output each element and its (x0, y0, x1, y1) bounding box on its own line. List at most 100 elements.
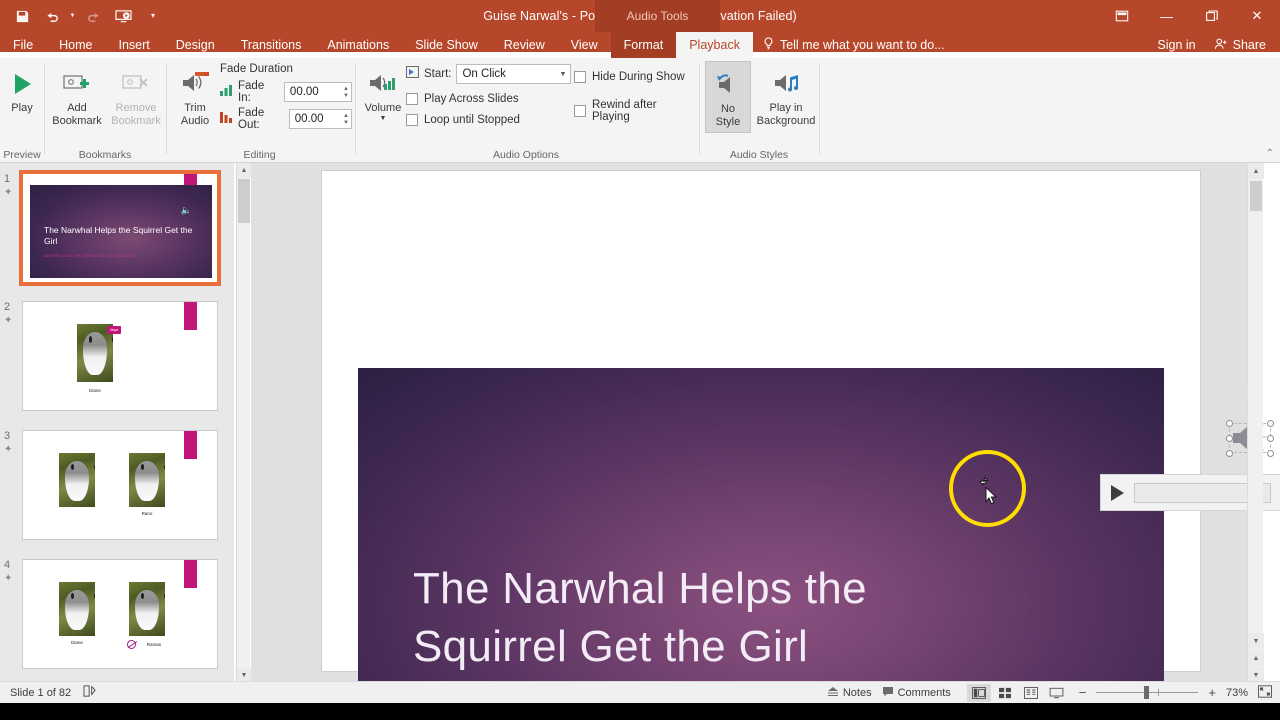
ribbon-tab-strip: File Home Insert Design Transitions Anim… (0, 32, 1280, 58)
fade-out-input[interactable]: 00.00 ▲ ▼ (288, 109, 352, 129)
minimize-button[interactable]: — (1144, 0, 1189, 32)
reading-view-button[interactable] (1019, 684, 1043, 702)
remove-bookmark-button[interactable]: Remove Bookmark (107, 61, 165, 127)
tab-slide-show[interactable]: Slide Show (402, 32, 491, 58)
status-bar-right: Notes Comments − + 73% (827, 683, 1272, 702)
thumbnail-slide-4[interactable]: 4 ✦ Diane Raman (4, 559, 218, 669)
tab-design[interactable]: Design (163, 32, 228, 58)
thumbnail-slide-2[interactable]: 2 ✦ Nope Diane (4, 301, 218, 411)
hide-during-show-label: Hide During Show (592, 70, 685, 83)
add-bookmark-button[interactable]: Add Bookmark (49, 61, 105, 127)
canvas-scroll-down-icon[interactable]: ▼ (1248, 633, 1264, 649)
thumbnail-frame[interactable]: Diane Raman (22, 559, 218, 669)
slide-show-view-button[interactable] (1045, 684, 1069, 702)
selection-handle-mr[interactable] (1267, 435, 1274, 442)
zoom-slider[interactable] (1096, 686, 1199, 700)
comments-icon (882, 686, 894, 700)
checkbox-box (574, 104, 586, 117)
start-dropdown[interactable]: On Click ▼ (456, 64, 572, 84)
thumbnail-frame[interactable]: 🔈 The Narwhal Helps the Squirrel Get the… (19, 170, 221, 286)
canvas-scrollbar[interactable]: ▲ ▼ ▲ ▼ (1247, 163, 1264, 683)
selection-handle-tr[interactable] (1267, 420, 1274, 427)
tab-animations[interactable]: Animations (314, 32, 402, 58)
volume-button[interactable]: Volume ▼ (360, 61, 406, 123)
lightbulb-icon (763, 37, 774, 53)
image-caption-left: Diane (71, 640, 83, 645)
slide-editing-surface[interactable]: The Narwhal Helps the Squirrel Get the G… (358, 368, 1164, 720)
share-button[interactable]: Share (1208, 37, 1272, 54)
zoom-level-label[interactable]: 73% (1226, 687, 1248, 699)
fade-in-icon (220, 83, 233, 101)
canvas-scrollbar-thumb[interactable] (1250, 181, 1262, 211)
close-button[interactable]: ✕ (1234, 0, 1280, 32)
play-icon (9, 66, 35, 102)
no-style-button[interactable]: No Style (705, 61, 751, 133)
volume-label: Volume (364, 102, 402, 114)
ribbon-group-preview: Play Preview (0, 58, 44, 163)
selection-handle-bl[interactable] (1226, 450, 1233, 457)
normal-view-button[interactable] (966, 683, 991, 702)
comments-label: Comments (897, 686, 951, 699)
ribbon-group-editing: Trim Audio Fade Duration Fade In: 00.00 … (167, 58, 352, 163)
sign-in-button[interactable]: Sign in (1149, 38, 1203, 52)
checkbox-box (574, 70, 586, 83)
comments-button[interactable]: Comments (882, 686, 951, 700)
accessibility-checker-icon[interactable] (83, 685, 97, 700)
tab-format[interactable]: Format (610, 32, 677, 58)
slide-sorter-view-button[interactable] (993, 684, 1017, 702)
rewind-after-playing-checkbox[interactable]: Rewind after Playing (574, 99, 696, 123)
audio-options-left-col: Start: On Click ▼ Play Across Slides Loo… (406, 64, 572, 130)
play-button[interactable]: Play (0, 61, 44, 115)
play-across-slides-checkbox[interactable]: Play Across Slides (406, 88, 571, 109)
group-label-editing: Editing (243, 149, 276, 161)
fade-in-input[interactable]: 00.00 ▲ ▼ (283, 82, 352, 102)
tab-review[interactable]: Review (491, 32, 558, 58)
canvas-scroll-up-icon[interactable]: ▲ (1248, 163, 1264, 179)
volume-dropdown-icon[interactable]: ▼ (380, 115, 387, 123)
slide-title-placeholder[interactable]: The Narwhal Helps the Squirrel Get the G… (413, 560, 1033, 676)
work-area: 1 ✦ 🔈 The Narwhal Helps the Squirrel Get… (0, 163, 1280, 720)
add-bookmark-icon (62, 66, 92, 102)
play-in-background-button[interactable]: Play in Background (755, 61, 817, 127)
trim-audio-button[interactable]: Trim Audio (170, 61, 220, 127)
scrollbar-thumb[interactable] (238, 179, 250, 223)
scroll-up-icon[interactable]: ▲ (237, 163, 251, 178)
play-across-slides-label: Play Across Slides (424, 92, 519, 105)
start-row: Start: On Click ▼ (406, 64, 572, 84)
group-separator-5 (819, 64, 820, 154)
selection-handle-tl[interactable] (1226, 420, 1233, 427)
loop-until-stopped-checkbox[interactable]: Loop until Stopped (406, 109, 571, 130)
contextual-tab-title: Audio Tools (595, 0, 720, 32)
restore-button[interactable] (1189, 0, 1234, 32)
collapse-ribbon-icon[interactable]: ⌃ (1266, 148, 1274, 159)
ribbon-display-options-icon[interactable] (1099, 0, 1144, 32)
thumbnail-slide-3[interactable]: 3 ✦ Rano (4, 430, 218, 540)
selection-handle-ml[interactable] (1226, 435, 1233, 442)
playbar-play-icon[interactable] (1111, 484, 1124, 501)
fade-in-spinner[interactable]: ▲ ▼ (343, 84, 349, 100)
status-bar: Slide 1 of 82 Notes Comments − + 73% (0, 681, 1280, 703)
tab-file[interactable]: File (0, 32, 46, 58)
previous-slide-icon[interactable]: ▲ (1248, 650, 1264, 666)
thumbnail-frame[interactable]: Rano (22, 430, 218, 540)
notes-button[interactable]: Notes (827, 686, 872, 700)
thumbnail-frame[interactable]: Nope Diane (22, 301, 218, 411)
tab-view[interactable]: View (558, 32, 611, 58)
thumbnail-slide-1[interactable]: 1 ✦ 🔈 The Narwhal Helps the Squirrel Get… (4, 170, 221, 286)
zoom-out-button[interactable]: − (1079, 685, 1087, 700)
tell-me-search[interactable]: Tell me what you want to do... (753, 32, 955, 58)
hide-during-show-checkbox[interactable]: Hide During Show (574, 66, 696, 87)
start-label: Start: (424, 68, 452, 80)
fade-out-spinner[interactable]: ▲ ▼ (343, 111, 349, 127)
tab-transitions[interactable]: Transitions (228, 32, 315, 58)
tab-playback[interactable]: Playback (676, 32, 753, 58)
image-caption-right: Rano (141, 511, 153, 516)
selection-handle-br[interactable] (1267, 450, 1274, 457)
trim-audio-icon (179, 66, 211, 102)
thumbnail-scrollbar[interactable]: ▲ ▼ (236, 163, 251, 683)
tab-insert[interactable]: Insert (106, 32, 163, 58)
zoom-slider-knob[interactable] (1144, 686, 1150, 699)
tab-home[interactable]: Home (46, 32, 105, 58)
fit-slide-to-window-icon[interactable] (1258, 684, 1272, 701)
zoom-in-button[interactable]: + (1208, 685, 1216, 700)
